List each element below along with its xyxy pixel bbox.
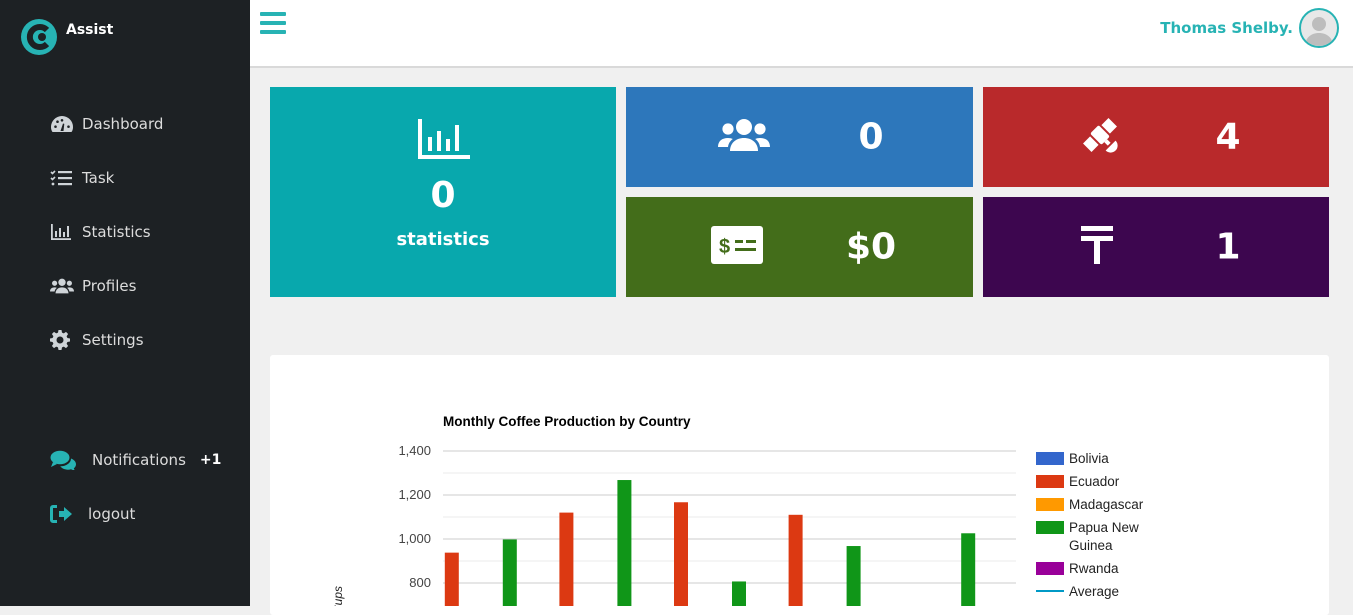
y-tick-label: 800 — [409, 575, 431, 590]
statistics-label: statistics — [396, 229, 490, 250]
bar-papua-new-guinea — [502, 539, 517, 615]
legend-label: Madagascar — [1069, 497, 1144, 512]
chart-grid — [443, 450, 1016, 584]
app-logo[interactable]: Assist — [20, 18, 113, 56]
gear-icon — [50, 330, 74, 350]
legend-label: Bolivia — [1069, 451, 1109, 466]
sidebar-item-settings[interactable]: Settings — [50, 330, 144, 350]
logo-icon — [21, 19, 57, 55]
tenge-value: 1 — [1215, 226, 1241, 268]
bar-papua-new-guinea — [961, 533, 976, 615]
sidebar-item-statistics[interactable]: Statistics — [50, 222, 151, 242]
legend-swatch — [1036, 498, 1064, 511]
notifications-count-badge: +1 — [199, 452, 222, 468]
bar-ecuador — [674, 502, 688, 615]
legend-swatch — [1036, 562, 1064, 575]
chart-title: Monthly Coffee Production by Country — [443, 414, 691, 429]
legend-label: Average — [1069, 584, 1119, 599]
chart-legend: Bolivia Ecuador Madagascar Papua New Guinea R… — [1036, 451, 1144, 599]
users-icon — [50, 276, 74, 296]
legend-swatch — [1036, 452, 1064, 465]
sidebar-item-task[interactable]: Task — [50, 168, 114, 188]
y-tick-label: 1,000 — [398, 531, 431, 546]
sidebar-item-label: Settings — [82, 331, 144, 349]
users-count: 0 — [858, 116, 884, 158]
bar-ecuador — [788, 514, 803, 615]
bar-ecuador — [559, 512, 574, 615]
sidebar-item-dashboard[interactable]: Dashboard — [50, 114, 163, 134]
sidebar-item-profiles[interactable]: Profiles — [50, 276, 136, 296]
sidebar-item-label: Statistics — [82, 223, 151, 241]
notifications-label: Notifications — [92, 451, 186, 469]
logout-label: logout — [88, 505, 136, 523]
legend-label: Ecuador — [1069, 474, 1120, 489]
statistics-value: 0 — [430, 175, 456, 216]
statistics-card[interactable]: 0 statistics — [270, 87, 616, 297]
legend-label: Rwanda — [1069, 561, 1119, 576]
bar-papua-new-guinea — [732, 581, 746, 615]
avatar[interactable] — [1299, 8, 1339, 48]
svg-text:$: $ — [719, 236, 730, 258]
legend-swatch — [1036, 521, 1064, 534]
y-tick-label: 1,200 — [398, 487, 431, 502]
y-tick-label: 1,400 — [398, 443, 431, 458]
sidebar-item-notifications[interactable]: Notifications +1 — [50, 450, 221, 470]
sign-out-icon — [50, 504, 80, 524]
tasks-icon — [50, 168, 74, 188]
dashboard-icon — [50, 114, 74, 134]
top-bar: Thomas Shelby. — [250, 0, 1353, 68]
legend-label: Papua New — [1069, 520, 1139, 535]
money-card[interactable]: $ $0 — [626, 197, 973, 297]
sidebar-item-label: Profiles — [82, 277, 137, 295]
app-name: Assist — [66, 22, 114, 38]
legend-label: Guinea — [1069, 538, 1113, 553]
sidebar-item-label: Task — [82, 169, 115, 187]
chart-panel: Monthly Coffee Production by Country 800… — [270, 355, 1329, 615]
money-amount: $0 — [845, 226, 897, 268]
users-icon — [718, 117, 770, 157]
tenge-icon — [1081, 226, 1113, 268]
y-axis-label: Cups — [331, 586, 345, 606]
bar-ecuador — [444, 552, 459, 615]
bar-papua-new-guinea — [617, 480, 632, 615]
bar-chart-icon — [50, 222, 74, 242]
coffee-production-chart: Monthly Coffee Production by Country 800… — [331, 414, 1144, 615]
bar-chart-icon — [418, 119, 470, 163]
tenge-card[interactable]: 1 — [983, 197, 1329, 297]
sidebar: Assist Dashboard Task Statistics Profile… — [0, 0, 250, 606]
satellite-card[interactable]: 4 — [983, 87, 1329, 187]
users-card[interactable]: 0 — [626, 87, 973, 187]
chart-bars — [444, 480, 976, 615]
satellite-count: 4 — [1215, 116, 1241, 158]
y-axis-ticks: 800 1,000 1,200 1,400 — [398, 443, 431, 590]
user-menu[interactable]: Thomas Shelby. — [1160, 8, 1339, 48]
money-bill-icon: $ — [711, 226, 763, 268]
bar-papua-new-guinea — [846, 546, 861, 615]
sidebar-item-label: Dashboard — [82, 115, 164, 133]
user-avatar-icon — [1305, 17, 1333, 46]
hamburger-menu-icon[interactable] — [260, 12, 286, 36]
sidebar-item-logout[interactable]: logout — [50, 504, 135, 524]
comments-icon — [50, 450, 84, 470]
user-name: Thomas Shelby. — [1160, 19, 1293, 37]
legend-swatch — [1036, 475, 1064, 488]
satellite-icon — [1079, 114, 1121, 160]
